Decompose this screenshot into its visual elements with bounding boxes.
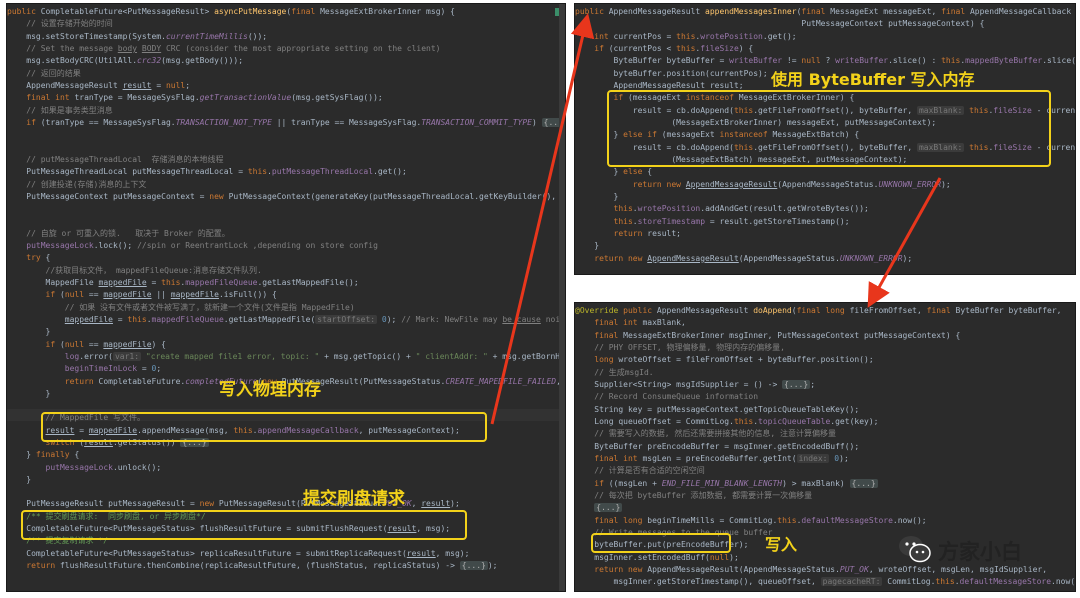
code-line: //获取目标文件， mappedFileQueue:消息存储文件队列. <box>7 266 262 275</box>
code-line: // 每次把 byteBuffer 添加数据, 都需要计算一次偏移量 <box>575 491 813 500</box>
code-line: final int tranType = MessageSysFlag.getT… <box>26 93 383 102</box>
code-line: } else { <box>575 167 653 176</box>
code-line: } <box>575 192 619 201</box>
code-line: final int msgLen = preEncodeBuffer.getIn… <box>594 454 849 463</box>
code-line: putMessageLock.lock(); //spin or Reentra… <box>26 241 378 250</box>
code-line: PutMessageThreadLocal putMessageThreadLo… <box>7 167 407 176</box>
code-line: mappedFile = this.mappedFileQueue.getLas… <box>64 315 565 324</box>
wechat-icon <box>898 534 932 568</box>
screenshot-collage: { "colors": {"highlight_box":"#f3d21a","… <box>0 0 1080 598</box>
code-line: Supplier<String> msgIdSupplier = () -> {… <box>575 380 816 389</box>
code-line: @Override public AppendMessageResult doA… <box>575 306 1062 315</box>
code-line: if (tranType == MessageSysFlag.TRANSACTI… <box>7 117 565 129</box>
editor-panel-append-messages-inner: public AppendMessageResult appendMessage… <box>574 3 1076 275</box>
vertical-scrollbar[interactable] <box>559 4 565 591</box>
code-line: // 设置存储开始的时间 <box>7 19 113 28</box>
code-line: final long beginTimeMills = CommitLog.th… <box>594 516 927 525</box>
code-line: beginTimeInLock = 0; <box>64 364 162 373</box>
code-line: public CompletableFuture<PutMessageResul… <box>7 7 455 16</box>
code-line: // 如果是事务类型消息 <box>7 106 113 115</box>
code-line: final MessageExtBrokerInner msgInner, Pu… <box>594 331 961 340</box>
label-submit-flush-request: 提交刷盘请求 <box>303 489 405 509</box>
code-line: } finally { <box>7 450 80 459</box>
code-line: return result; <box>613 229 681 238</box>
label-write: 写入 <box>765 535 798 554</box>
highlight-box-append-message <box>41 412 487 442</box>
code-line: // Set the message body BODY CRC (consid… <box>7 44 441 53</box>
code-line: // 生成msgId. <box>575 368 654 377</box>
code-line: {...} <box>594 503 623 512</box>
code-line: return flushResultFuture.thenCombine(rep… <box>26 561 498 570</box>
code-line: int currentPos = this.wrotePosition.get(… <box>594 32 797 41</box>
code-line: final int maxBlank, <box>594 318 686 327</box>
code-line: public AppendMessageResult appendMessage… <box>575 7 1072 16</box>
code-line: msg.setStoreTimestamp(System.currentTime… <box>7 32 268 41</box>
code-line: // 自旋 or 可重入的锁. 取决于 Broker 的配置。 <box>7 229 230 238</box>
highlight-box-submit-flush <box>21 510 467 540</box>
code-line: // PHY OFFSET, 物理偏移量, 物理内存的偏移量, <box>575 343 785 352</box>
code-line: if (null == mappedFile || mappedFile.isF… <box>45 290 277 299</box>
code-line: Long queueOffset = CommitLog.this.topicQ… <box>575 417 879 426</box>
code-line: // 计算是否有合适的空闲空间 <box>575 466 705 475</box>
editor-panel-async-put-message: public CompletableFuture<PutMessageResul… <box>6 3 566 592</box>
code-line: PutMessageContext putMessageContext) { <box>575 19 985 28</box>
code-line: MappedFile mappedFile = this.mappedFileQ… <box>7 278 359 287</box>
code-line: return new AppendMessageResult(AppendMes… <box>632 180 951 189</box>
code-line: // Record ConsumeQueue information <box>575 392 759 401</box>
code-line: } <box>7 327 51 336</box>
code-area: public CompletableFuture<PutMessageResul… <box>7 4 565 591</box>
code-line: AppendMessageResult result = null; <box>7 81 191 90</box>
code-line: // 创建投递(存储)消息的上下文 <box>7 180 147 189</box>
watermark-text: 方家小白 <box>938 540 1022 564</box>
code-line: } <box>575 241 600 250</box>
code-line: putMessageLock.unlock(); <box>45 463 162 472</box>
code-line: return new AppendMessageResult(AppendMes… <box>594 254 913 263</box>
code-line: // 返回的结果 <box>7 69 81 78</box>
code-line: msg.setBodyCRC(UtilAll.crc32(msg.getBody… <box>7 56 244 65</box>
code-line: PutMessageContext putMessageContext = ne… <box>7 192 566 201</box>
label-bytebuffer-write-memory: 使用 ByteBuffer 写入内存 <box>771 70 975 89</box>
highlight-box-bytebuffer-put <box>591 533 731 553</box>
highlight-box-do-append <box>607 90 1051 167</box>
code-line: } <box>7 389 51 398</box>
code-line: } <box>7 475 32 484</box>
code-line: long wroteOffset = fileFromOffset + byte… <box>594 355 874 364</box>
code-line: log.error(var1: "create mapped file1 err… <box>64 352 566 361</box>
code-line: msgInner.setEncodedBuff(null); <box>575 553 739 562</box>
code-line: CompletableFuture<PutMessageStatus> repl… <box>7 549 470 558</box>
code-line: // 需要写入的数据, 然后还需要拼接其他的信息, 注意计算偏移量 <box>575 429 836 438</box>
watermark: 方家小白 <box>898 534 1022 568</box>
code-line: ByteBuffer preEncodeBuffer = msgInner.ge… <box>575 442 860 451</box>
code-line: if (currentPos < this.fileSize) { <box>594 44 754 53</box>
code-line: msgInner.getStoreTimestamp(), queueOffse… <box>575 577 1076 586</box>
code-line: // 如果 没有文件或者文件被写满了，就新建一个文件(文件是指 MappedFi… <box>7 303 355 312</box>
code-line: if ((msgLen + END_FILE_MIN_BLANK_LENGTH)… <box>594 479 878 488</box>
code-line: try { <box>26 253 51 262</box>
code-line: this.wrotePosition.addAndGet(result.getW… <box>613 204 869 213</box>
code-line: String key = putMessageContext.getTopicQ… <box>575 405 860 414</box>
code-line: if (null == mappedFile) { <box>45 340 166 349</box>
label-write-physical-memory: 写入物理内存 <box>219 380 321 400</box>
code-line: byteBuffer.position(currentPos); <box>575 69 768 78</box>
code-line: // putMessageThreadLocal 存储消息的本地线程 <box>7 155 224 164</box>
code-line: this.storeTimestamp = result.getStoreTim… <box>613 217 850 226</box>
